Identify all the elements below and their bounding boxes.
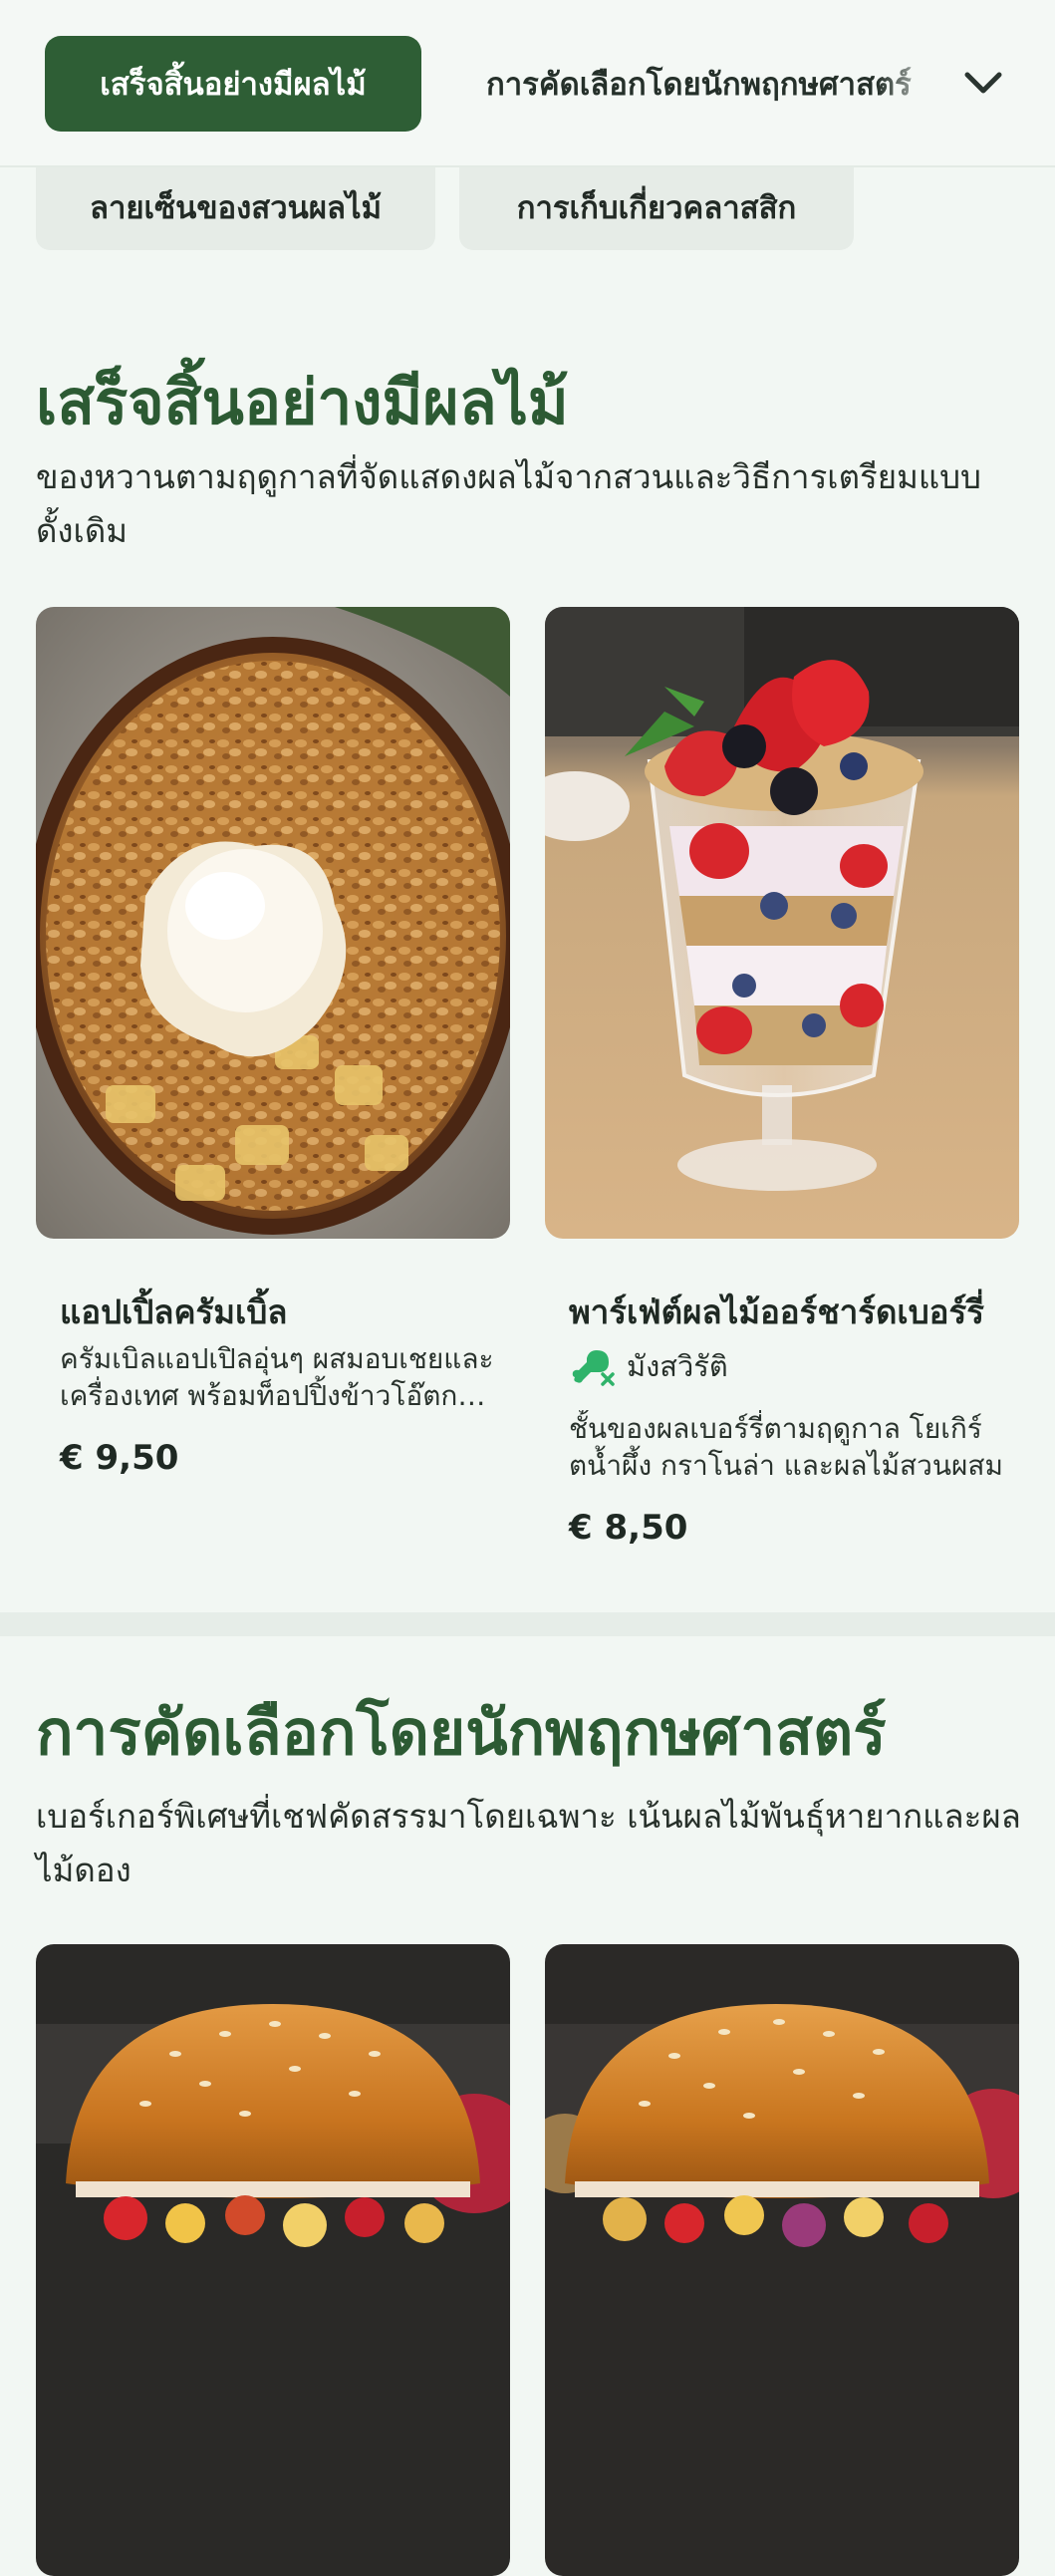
menu-item-name: พาร์เฟ่ต์ผลไม้ออร์ชาร์ดเบอร์รี่: [569, 1292, 984, 1331]
menu-item-name: แอปเปิ้ลครัมเบิ้ล: [60, 1292, 288, 1331]
tab-fruity-finish[interactable]: เสร็จสิ้นอย่างมีผลไม้: [45, 36, 421, 132]
category-nav: เสร็จสิ้นอย่างมีผลไม้ การคัดเลือกโดยนักพ…: [0, 0, 1055, 167]
section-title: เสร็จสิ้นอย่างมีผลไม้: [36, 366, 569, 438]
fruit-burger-photo: [36, 1944, 510, 2576]
chevron-down-icon[interactable]: [958, 58, 1008, 108]
dietary-tag: มังสวิรัติ: [569, 1344, 1007, 1388]
menu-item-price: € 9,50: [60, 1438, 179, 1478]
section-divider: [0, 1612, 1055, 1636]
section-title: การคัดเลือกโดยนักพฤกษศาสตร์: [36, 1696, 887, 1769]
menu-item-price: € 8,50: [569, 1508, 688, 1548]
vegetarian-drumstick-crossed-icon: [572, 1350, 615, 1386]
berry-parfait-photo: [545, 607, 1019, 1239]
dietary-tag-label: มังสวิรัติ: [627, 1349, 728, 1383]
menu-item-description: ครัมเบิลแอปเปิลอุ่นๆ ผสมอบเชยและเครื่องเ…: [60, 1342, 494, 1412]
menu-item-description: ชั้นของผลเบอร์รี่ตามฤดูกาล โยเกิร์ตน้ำผึ…: [569, 1412, 1003, 1482]
section-description: ของหวานตามฤดูกาลที่จัดแสดงผลไม้จากสวนและ…: [36, 457, 981, 550]
section-description: เบอร์เกอร์พิเศษที่เชฟคัดสรรมาโดยเฉพาะ เน…: [36, 1797, 1021, 1889]
tab-overflow-fade: [877, 36, 956, 132]
apple-crumble-photo: [36, 607, 510, 1239]
fruit-burger-photo: [545, 1944, 1019, 2576]
